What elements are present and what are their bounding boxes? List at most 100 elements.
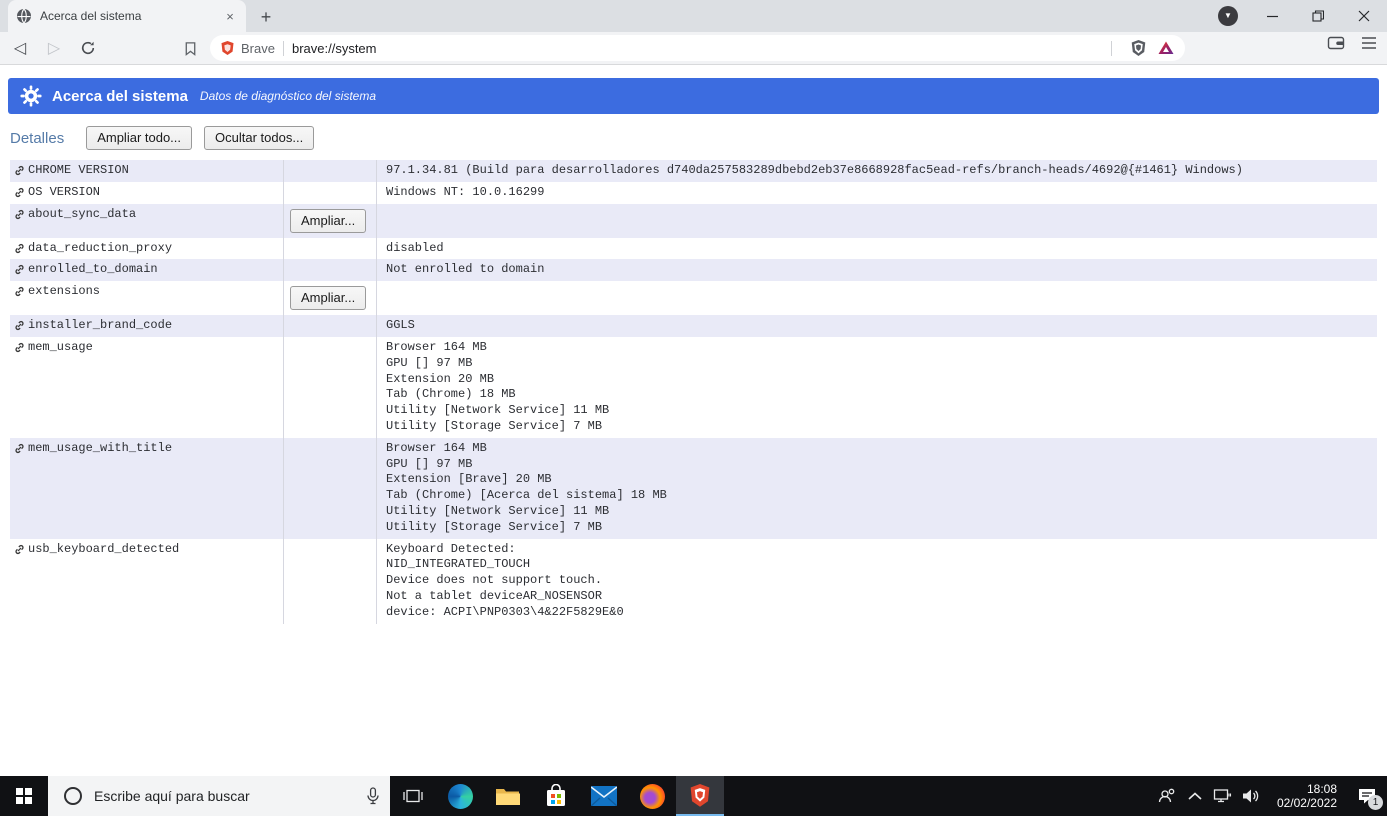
row-key: mem_usage_with_title (28, 440, 173, 455)
chip-separator (282, 40, 284, 56)
windows-logo-icon (16, 788, 32, 804)
gear-icon (20, 85, 42, 107)
new-tab-button[interactable]: + (254, 5, 278, 29)
row-value: GGLS (386, 318, 415, 333)
row-key: extensions (28, 284, 101, 299)
close-window-button[interactable] (1341, 0, 1387, 32)
menu-icon[interactable] (1361, 36, 1377, 50)
taskbar-app-file-explorer[interactable] (484, 776, 532, 816)
table-row: usb_keyboard_detected Keyboard Detected:… (10, 538, 1377, 624)
expand-row-button[interactable]: Ampliar... (290, 208, 367, 233)
expand-all-button[interactable]: Ampliar todo... (86, 126, 193, 150)
anchor-link-icon[interactable] (14, 209, 25, 220)
row-key: usb_keyboard_detected (28, 541, 180, 556)
row-key: data_reduction_proxy (28, 240, 173, 255)
volume-icon[interactable] (1237, 776, 1265, 816)
anchor-link-icon[interactable] (14, 243, 25, 254)
table-row: extensions Ampliar... (10, 281, 1377, 316)
globe-favicon (16, 8, 32, 24)
row-value: Browser 164 MB GPU [] 97 MB Extension 20… (386, 339, 610, 433)
taskbar-app-firefox[interactable] (628, 776, 676, 816)
anchor-link-icon[interactable] (14, 286, 25, 297)
details-label: Detalles (10, 129, 65, 147)
firefox-icon (639, 783, 665, 809)
taskbar-app-edge[interactable] (436, 776, 484, 816)
tab-strip: Acerca del sistema × + ▼ (0, 0, 1387, 32)
sidebar-wallet-icon[interactable] (1327, 35, 1345, 51)
anchor-link-icon[interactable] (14, 443, 25, 454)
table-row: about_sync_data Ampliar... (10, 203, 1377, 238)
page-brave-system: Acerca del sistema Datos de diagnóstico … (0, 66, 1387, 776)
anchor-link-icon[interactable] (14, 342, 25, 353)
browser-toolbar: ◁ ▷ Brave brave://system (0, 32, 1387, 65)
table-row: mem_usage_with_title Browser 164 MB GPU … (10, 437, 1377, 539)
reload-icon[interactable] (74, 34, 102, 62)
page-subtitle: Datos de diagnóstico del sistema (199, 89, 377, 103)
collapse-all-button[interactable]: Ocultar todos... (204, 126, 315, 150)
clock-date: 02/02/2022 (1276, 796, 1337, 810)
notification-badge: 1 (1368, 795, 1383, 810)
search-placeholder: Escribe aquí para buscar (94, 788, 250, 804)
table-row: data_reduction_proxy disabled (10, 237, 1377, 260)
brave-site-chip-icon (220, 40, 235, 56)
table-row: CHROME VERSION 97.1.34.81 (Build para de… (10, 160, 1377, 182)
url-text[interactable]: brave://system (292, 41, 1111, 56)
table-row: mem_usage Browser 164 MB GPU [] 97 MB Ex… (10, 336, 1377, 438)
anchor-link-icon[interactable] (14, 320, 25, 331)
start-button[interactable] (0, 776, 48, 816)
people-icon[interactable] (1153, 776, 1181, 816)
restore-button[interactable] (1295, 0, 1341, 32)
table-row: enrolled_to_domain Not enrolled to domai… (10, 259, 1377, 282)
brave-icon (690, 784, 710, 807)
anchor-link-icon[interactable] (14, 165, 25, 176)
anchor-link-icon[interactable] (14, 544, 25, 555)
row-value (377, 281, 1377, 315)
tab-close-icon[interactable]: × (222, 8, 238, 24)
site-chip-label: Brave (241, 40, 275, 56)
expand-row-button[interactable]: Ampliar... (290, 286, 367, 311)
microphone-icon[interactable] (366, 787, 380, 805)
action-center-icon[interactable]: 1 (1347, 776, 1387, 816)
anchor-link-icon[interactable] (14, 187, 25, 198)
system-info-table: CHROME VERSION 97.1.34.81 (Build para de… (10, 160, 1377, 624)
taskbar-search-input[interactable]: Escribe aquí para buscar (48, 776, 390, 816)
page-header: Acerca del sistema Datos de diagnóstico … (8, 78, 1379, 114)
anchor-link-icon[interactable] (14, 264, 25, 275)
row-value (377, 204, 1377, 238)
table-row: OS VERSION Windows NT: 10.0.16299 (10, 181, 1377, 204)
table-controls: Detalles Ampliar todo... Ocultar todos..… (10, 126, 1387, 150)
back-icon[interactable]: ◁ (6, 34, 34, 62)
mail-icon (591, 786, 617, 806)
brave-shields-icon[interactable] (1130, 39, 1147, 57)
folder-icon (496, 788, 520, 805)
tab-title: Acerca del sistema (40, 9, 142, 23)
windows-taskbar: Escribe aquí para buscar 18:08 02/02/202… (0, 776, 1387, 816)
taskbar-clock[interactable]: 18:08 02/02/2022 (1265, 782, 1347, 810)
omnibox-separator (1111, 40, 1112, 56)
address-bar[interactable]: Brave brave://system (210, 35, 1185, 61)
taskbar-app-store[interactable] (532, 776, 580, 816)
minimize-button[interactable] (1249, 0, 1295, 32)
clock-time: 18:08 (1306, 782, 1337, 796)
row-key: OS VERSION (28, 184, 101, 199)
row-value: 97.1.34.81 (Build para desarrolladores d… (386, 163, 1243, 177)
row-value: Browser 164 MB GPU [] 97 MB Extension [B… (386, 440, 667, 534)
brave-rewards-bat-icon[interactable] (1157, 40, 1175, 56)
row-key: CHROME VERSION (28, 163, 129, 177)
show-hidden-icons-chevron[interactable] (1181, 776, 1209, 816)
taskbar-app-mail[interactable] (580, 776, 628, 816)
page-title: Acerca del sistema (52, 87, 188, 105)
row-value: disabled (386, 240, 444, 255)
task-view-icon[interactable] (390, 776, 436, 816)
window-controls (1249, 0, 1387, 32)
row-value: Not enrolled to domain (386, 262, 545, 277)
row-value: Keyboard Detected: NID_INTEGRATED_TOUCH … (386, 541, 624, 619)
browser-tab[interactable]: Acerca del sistema × (8, 0, 246, 32)
browser-update-icon[interactable]: ▼ (1218, 6, 1238, 26)
taskbar-app-brave-active[interactable] (676, 776, 724, 816)
network-icon[interactable] (1209, 776, 1237, 816)
forward-icon[interactable]: ▷ (40, 34, 68, 62)
row-key: mem_usage (28, 339, 93, 354)
table-row: installer_brand_code GGLS (10, 315, 1377, 337)
bookmark-icon[interactable] (176, 34, 204, 62)
